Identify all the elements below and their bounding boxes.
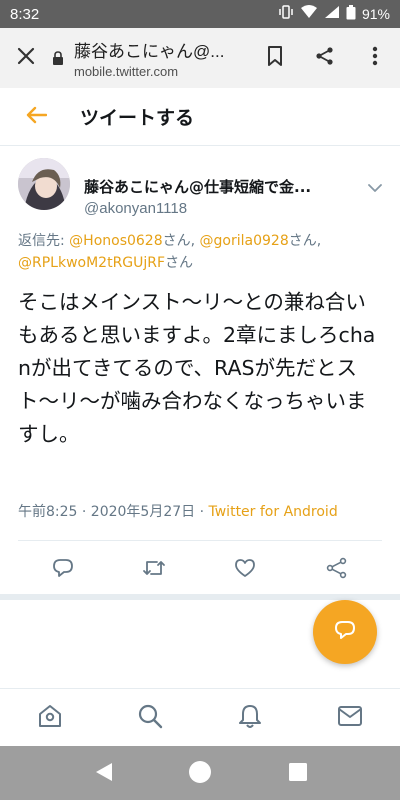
mention-link[interactable]: @Honos0628 [69, 233, 162, 249]
url-area[interactable]: 藤谷あこにゃん@... mobile.twitter.com [52, 37, 250, 79]
close-icon [17, 47, 35, 69]
section-divider [0, 594, 400, 600]
browser-page-title: 藤谷あこにゃん@... [74, 42, 225, 61]
notifications-icon [238, 703, 262, 733]
mention-link[interactable]: @RPLkwoM2tRGUjRF [18, 255, 165, 271]
compose-reply-button[interactable] [313, 600, 377, 664]
like-icon [234, 558, 256, 582]
browser-url: mobile.twitter.com [74, 64, 179, 79]
tweet-timestamp[interactable]: 午前8:25 · 2020年5月27日 · [18, 504, 209, 520]
page-header: ツイートする [0, 88, 400, 146]
wifi-icon [300, 5, 318, 23]
display-name[interactable]: 藤谷あこにゃん@仕事短縮で金... [84, 176, 344, 197]
compose-reply-icon [333, 619, 357, 645]
reply-icon [52, 557, 74, 583]
mention-suffix: さん, [288, 233, 322, 249]
bottom-navigation [0, 688, 400, 746]
home-circle-icon [188, 760, 212, 788]
bookmark-button[interactable] [250, 28, 300, 88]
signal-icon [324, 5, 340, 23]
chevron-down-icon[interactable] [368, 178, 382, 197]
tweet-text: そこはメインスト〜リ〜との兼ね合いもあると思いますよ。2章にましろchanが出て… [18, 290, 376, 446]
like-button[interactable] [229, 554, 261, 586]
status-time: 8:32 [10, 5, 40, 23]
mention-suffix: さん [165, 255, 194, 271]
system-navigation-bar [0, 746, 400, 800]
tweet-source-link[interactable]: Twitter for Android [209, 504, 338, 520]
recents-square-icon [288, 762, 308, 786]
nav-search[interactable] [135, 703, 165, 733]
bookmark-icon [267, 46, 283, 70]
system-back-button[interactable] [92, 762, 116, 786]
status-bar: 8:32 91% [0, 0, 400, 28]
tweet-meta: 午前8:25 · 2020年5月27日 · Twitter for Androi… [18, 501, 388, 521]
tweet-author: 藤谷あこにゃん@仕事短縮で金... @akonyan1118 [18, 158, 388, 217]
divider [18, 540, 382, 541]
back-button[interactable] [0, 88, 72, 146]
username[interactable]: @akonyan1118 [84, 200, 187, 217]
page-title: ツイートする [80, 107, 195, 129]
arrow-left-icon [25, 106, 48, 128]
close-tab-button[interactable] [0, 28, 52, 88]
messages-icon [337, 705, 363, 731]
home-icon [37, 703, 63, 733]
retweet-button[interactable] [138, 554, 170, 586]
avatar[interactable] [18, 158, 70, 210]
nav-notifications[interactable] [235, 703, 265, 733]
nav-messages[interactable] [335, 703, 365, 733]
back-triangle-icon [94, 761, 114, 787]
browser-toolbar: 藤谷あこにゃん@... mobile.twitter.com [0, 28, 400, 88]
share-icon [326, 557, 348, 583]
mention-suffix: さん, [162, 233, 200, 249]
share-button[interactable] [321, 554, 353, 586]
system-home-button[interactable] [188, 760, 212, 788]
mention-link[interactable]: @gorila0928 [200, 233, 289, 249]
more-vert-icon [372, 46, 378, 70]
retweet-icon [142, 557, 166, 583]
more-options-button[interactable] [350, 28, 400, 88]
nav-home[interactable] [35, 703, 65, 733]
share-icon [315, 46, 335, 70]
search-icon [137, 703, 163, 733]
reply-to-label: 返信先: [18, 233, 70, 249]
battery-icon [346, 4, 356, 24]
system-recents-button[interactable] [286, 762, 310, 786]
battery-percentage: 91% [361, 6, 390, 22]
reply-button[interactable] [47, 554, 79, 586]
tweet-actions [0, 546, 400, 592]
reply-to-line: 返信先: @Honos0628さん, @gorila0928さん, @RPLkw… [18, 230, 388, 274]
browser-share-button[interactable] [300, 28, 350, 88]
lock-icon [52, 51, 66, 65]
vibrate-icon [278, 5, 294, 23]
